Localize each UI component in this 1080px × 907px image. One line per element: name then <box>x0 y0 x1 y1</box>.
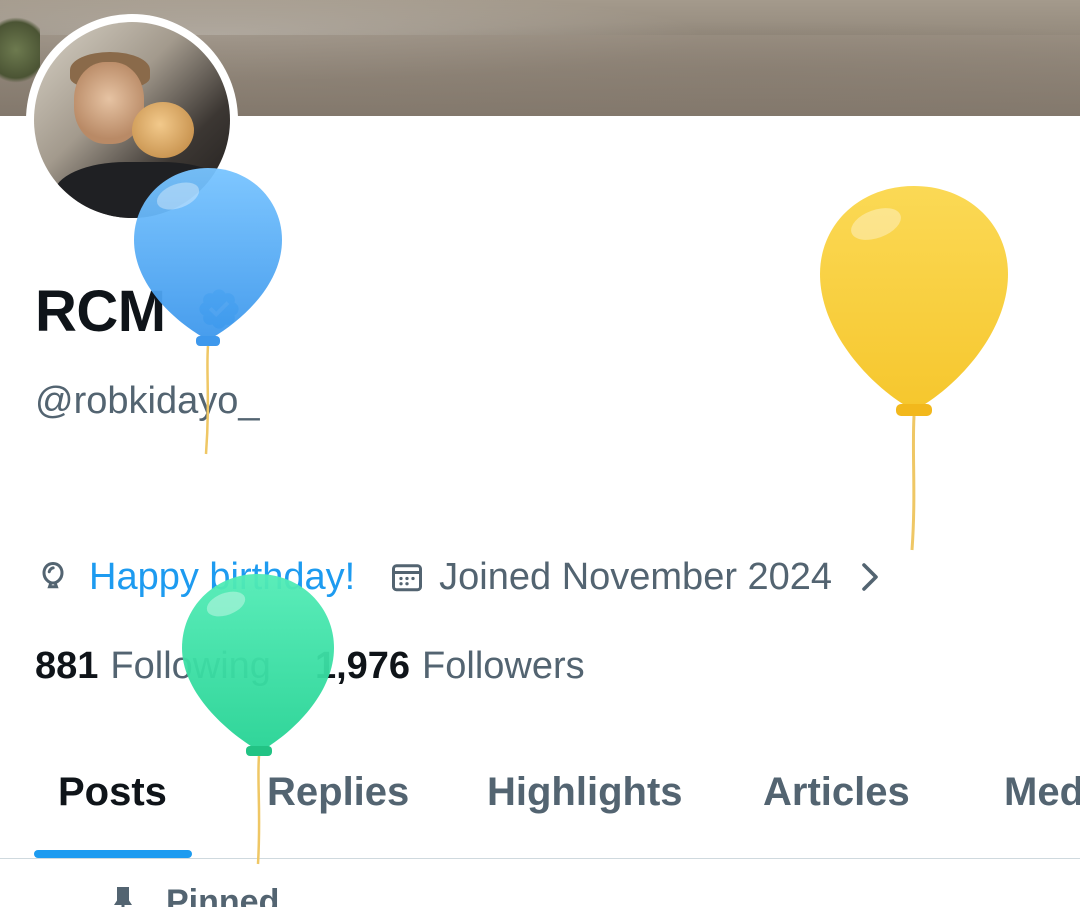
chevron-right-icon[interactable] <box>858 559 882 595</box>
tab-media[interactable]: Med <box>1004 770 1080 815</box>
tab-highlights[interactable]: Highlights <box>487 770 683 815</box>
calendar-icon <box>392 564 423 592</box>
balloon-yellow-decoration <box>820 186 1008 551</box>
tab-posts[interactable]: Posts <box>58 770 167 815</box>
pin-icon <box>114 887 132 907</box>
balloon-blue-decoration <box>134 168 282 455</box>
tab-articles[interactable]: Articles <box>763 770 910 815</box>
balloon-icon <box>42 561 64 589</box>
pinned-label: Pinned <box>166 882 280 907</box>
followers-link[interactable]: 1,976 Followers <box>315 645 585 688</box>
active-tab-indicator <box>34 850 192 858</box>
tabs-divider <box>0 858 1080 859</box>
joined-date: Joined November 2024 <box>439 555 833 598</box>
following-count: 881 <box>35 644 99 687</box>
profile-meta-row: Happy birthday! Joined November 2024 <box>35 552 882 602</box>
profile-tabs: Posts Replies Highlights Articles Med <box>0 760 1080 860</box>
balloon-green-decoration <box>182 574 334 865</box>
pinned-label-row: Pinned <box>110 882 279 907</box>
followers-label: Followers <box>422 644 585 687</box>
profile-page: RCM @robkidayo_ Happy birthday! Joined N… <box>0 0 1080 907</box>
